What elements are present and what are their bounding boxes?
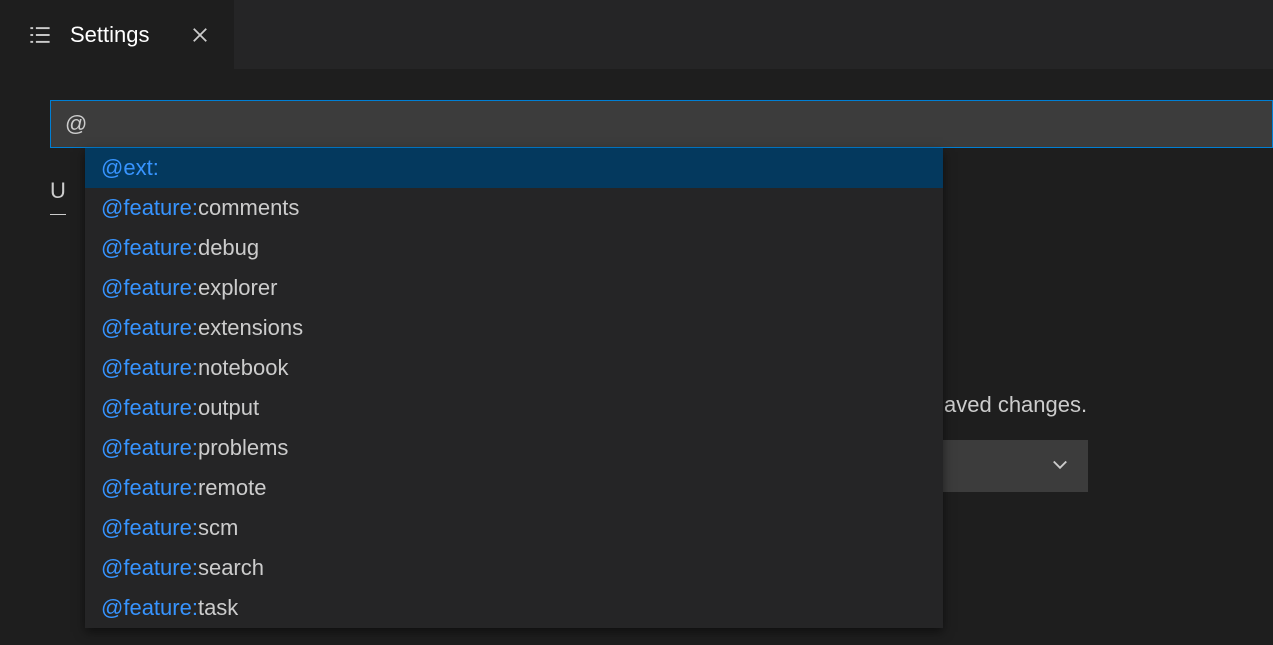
search-suggestions-dropdown: @ext:@feature:comments@feature:debug@fea… <box>85 148 943 628</box>
suggestion-prefix: @ <box>101 355 123 381</box>
suggestion-text: feature:explorer <box>123 275 277 301</box>
suggestion-item[interactable]: @feature:task <box>85 588 943 628</box>
suggestion-text: feature:output <box>123 395 259 421</box>
settings-list-icon <box>28 23 52 47</box>
suggestion-text: feature:comments <box>123 195 299 221</box>
suggestion-text: feature:search <box>123 555 264 581</box>
tab-title: Settings <box>70 22 150 48</box>
suggestion-prefix: @ <box>101 595 123 621</box>
background-text-fragment: aved changes. <box>944 392 1087 418</box>
suggestion-item[interactable]: @ext: <box>85 148 943 188</box>
settings-search-box[interactable] <box>50 100 1273 148</box>
tab-bar: Settings <box>0 0 1273 70</box>
suggestion-item[interactable]: @feature:explorer <box>85 268 943 308</box>
suggestion-item[interactable]: @feature:problems <box>85 428 943 468</box>
suggestion-prefix: @ <box>101 395 123 421</box>
suggestion-text: feature:scm <box>123 515 238 541</box>
suggestion-text: feature:notebook <box>123 355 288 381</box>
suggestion-prefix: @ <box>101 155 123 181</box>
close-icon[interactable] <box>188 23 212 47</box>
suggestion-item[interactable]: @feature:debug <box>85 228 943 268</box>
tab-bar-empty <box>234 0 1273 70</box>
suggestion-item[interactable]: @feature:extensions <box>85 308 943 348</box>
suggestion-prefix: @ <box>101 275 123 301</box>
suggestion-text: feature:extensions <box>123 315 303 341</box>
suggestion-text: feature:remote <box>123 475 266 501</box>
settings-search-input[interactable] <box>65 111 1258 137</box>
chevron-down-icon <box>1050 454 1070 479</box>
suggestion-prefix: @ <box>101 515 123 541</box>
settings-dropdown[interactable] <box>933 440 1088 492</box>
suggestion-prefix: @ <box>101 235 123 261</box>
suggestion-prefix: @ <box>101 195 123 221</box>
suggestion-item[interactable]: @feature:scm <box>85 508 943 548</box>
suggestion-item[interactable]: @feature:comments <box>85 188 943 228</box>
suggestion-text: feature:problems <box>123 435 288 461</box>
suggestion-item[interactable]: @feature:remote <box>85 468 943 508</box>
suggestion-item[interactable]: @feature:notebook <box>85 348 943 388</box>
suggestion-prefix: @ <box>101 315 123 341</box>
suggestion-text: ext: <box>123 155 158 181</box>
tab-settings[interactable]: Settings <box>0 0 234 70</box>
suggestion-prefix: @ <box>101 435 123 461</box>
suggestion-text: feature:task <box>123 595 238 621</box>
scope-user-tab[interactable]: U <box>50 178 66 215</box>
suggestion-prefix: @ <box>101 555 123 581</box>
suggestion-text: feature:debug <box>123 235 259 261</box>
suggestion-item[interactable]: @feature:search <box>85 548 943 588</box>
suggestion-item[interactable]: @feature:output <box>85 388 943 428</box>
suggestion-prefix: @ <box>101 475 123 501</box>
